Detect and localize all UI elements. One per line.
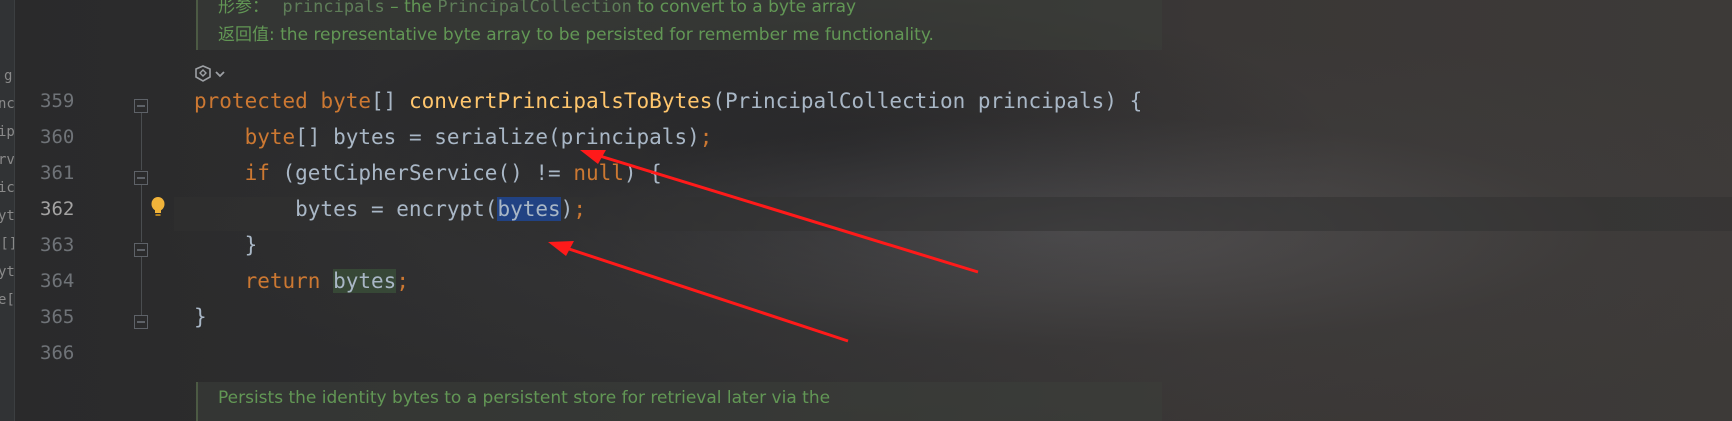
- arrow-to-bytes: [548, 241, 849, 343]
- red-annotation-arrows: [548, 150, 979, 343]
- arrow-to-serialize: [580, 150, 979, 274]
